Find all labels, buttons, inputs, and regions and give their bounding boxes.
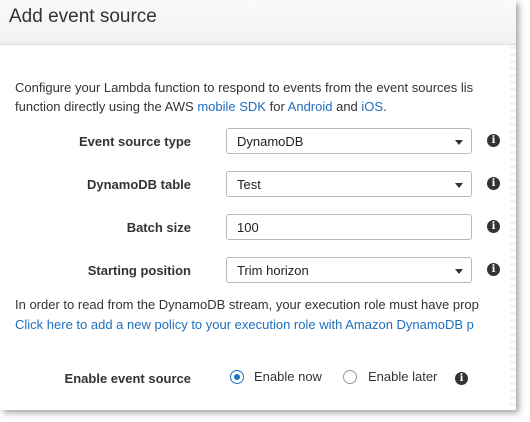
batch-size-value: 100: [237, 220, 259, 235]
role-note: In order to read from the DynamoDB strea…: [15, 295, 479, 335]
enable-event-source-row: Enable event source Enable now Enable la…: [0, 368, 516, 390]
batch-size-row: Batch size 100 i: [0, 214, 516, 242]
dynamodb-table-value: Test: [237, 177, 261, 192]
dynamodb-table-row: DynamoDB table Test i: [0, 171, 516, 199]
starting-position-row: Starting position Trim horizon i: [0, 257, 516, 285]
enable-now-label[interactable]: Enable now: [254, 369, 322, 384]
description-line-1: Configure your Lambda function to respon…: [15, 80, 474, 95]
starting-position-value: Trim horizon: [237, 263, 309, 278]
enable-now-radio[interactable]: [230, 370, 244, 384]
chevron-down-icon: [455, 269, 463, 274]
dynamodb-table-label: DynamoDB table: [86, 177, 191, 192]
event-source-type-value: DynamoDB: [237, 134, 304, 149]
add-policy-link[interactable]: Click here to add a new policy to your e…: [15, 315, 479, 335]
for-text: for: [265, 99, 288, 114]
starting-position-select[interactable]: Trim horizon: [226, 257, 472, 283]
starting-position-label: Starting position: [87, 263, 191, 278]
info-icon[interactable]: i: [487, 134, 500, 147]
enable-later-radio[interactable]: [343, 370, 357, 384]
chevron-down-icon: [455, 183, 463, 188]
description-prefix: function directly using the AWS: [15, 99, 198, 114]
period: .: [383, 99, 387, 114]
description-line-2: function directly using the AWS mobile S…: [15, 97, 515, 116]
batch-size-label: Batch size: [126, 220, 191, 235]
info-icon[interactable]: i: [455, 372, 468, 385]
chevron-down-icon: [455, 140, 463, 145]
event-source-type-row: Event source type DynamoDB i: [0, 128, 516, 156]
info-icon[interactable]: i: [487, 263, 500, 276]
role-note-text: In order to read from the DynamoDB strea…: [15, 297, 479, 312]
dialog-title: Add event source: [9, 6, 157, 27]
ios-link[interactable]: iOS: [361, 99, 383, 114]
dialog-header: Add event source: [0, 0, 516, 45]
enable-event-source-label: Enable event source: [64, 371, 191, 386]
add-event-source-dialog: Add event source Configure your Lambda f…: [0, 0, 516, 410]
info-icon[interactable]: i: [487, 220, 500, 233]
description: Configure your Lambda function to respon…: [15, 78, 515, 116]
batch-size-input[interactable]: 100: [226, 214, 472, 240]
enable-later-label[interactable]: Enable later: [368, 369, 437, 384]
event-source-type-select[interactable]: DynamoDB: [226, 128, 472, 154]
info-icon[interactable]: i: [487, 177, 500, 190]
dynamodb-table-select[interactable]: Test: [226, 171, 472, 197]
mobile-sdk-link[interactable]: mobile SDK: [197, 99, 266, 114]
android-link[interactable]: Android: [288, 99, 333, 114]
and-text: and: [332, 99, 362, 114]
event-source-type-label: Event source type: [79, 134, 191, 149]
